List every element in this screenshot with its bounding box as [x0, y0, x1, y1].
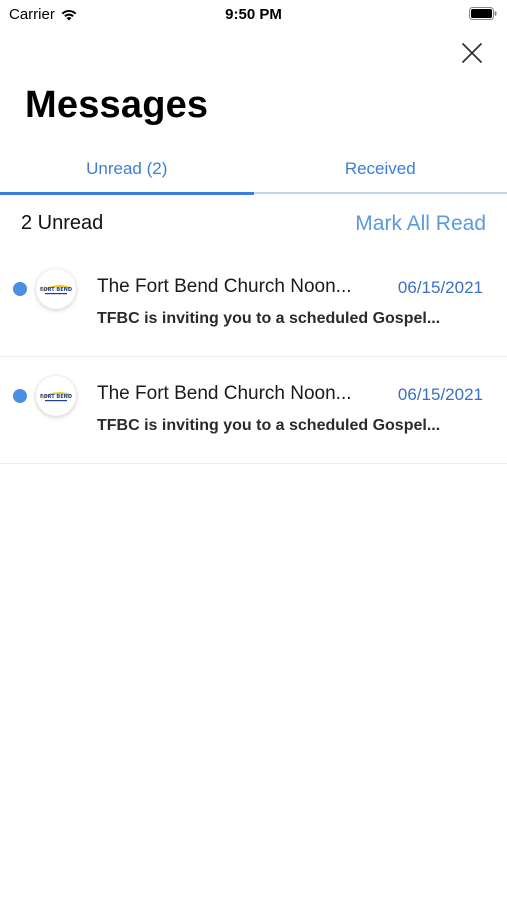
message-title: The Fort Bend Church Noon... [97, 383, 352, 404]
status-time: 9:50 PM [225, 6, 282, 23]
message-item[interactable]: FORT BEND The Fort Bend Church Noon... 0… [0, 357, 507, 464]
message-title: The Fort Bend Church Noon... [97, 276, 352, 297]
status-bar: Carrier 9:50 PM [0, 0, 507, 30]
close-icon [462, 43, 482, 63]
close-button[interactable] [459, 40, 485, 66]
message-preview: TFBC is inviting you to a scheduled Gosp… [97, 310, 441, 327]
church-logo-icon: FORT BEND [40, 392, 72, 402]
avatar: FORT BEND [36, 376, 76, 416]
unread-indicator-dot [13, 282, 27, 296]
avatar: FORT BEND [36, 269, 76, 309]
church-logo-icon: FORT BEND [40, 285, 72, 295]
message-item[interactable]: FORT BEND The Fort Bend Church Noon... 0… [0, 250, 507, 357]
message-preview: TFBC is inviting you to a scheduled Gosp… [97, 417, 441, 434]
page-title: Messages [25, 84, 209, 126]
message-date: 06/15/2021 [397, 278, 483, 297]
message-list: FORT BEND The Fort Bend Church Noon... 0… [0, 250, 507, 464]
mark-all-read-button[interactable]: Mark All Read [355, 212, 486, 236]
message-date: 06/15/2021 [397, 385, 483, 404]
unread-indicator-dot [13, 389, 27, 403]
tab-bar: Unread (2) Received [0, 150, 507, 194]
svg-text:FORT BEND: FORT BEND [40, 287, 72, 293]
tab-received[interactable]: Received [254, 150, 507, 194]
tab-unread[interactable]: Unread (2) [0, 150, 254, 194]
battery-icon [469, 7, 497, 20]
unread-count-label: 2 Unread [21, 212, 104, 234]
svg-text:FORT BEND: FORT BEND [40, 394, 72, 400]
active-tab-indicator [0, 192, 254, 195]
